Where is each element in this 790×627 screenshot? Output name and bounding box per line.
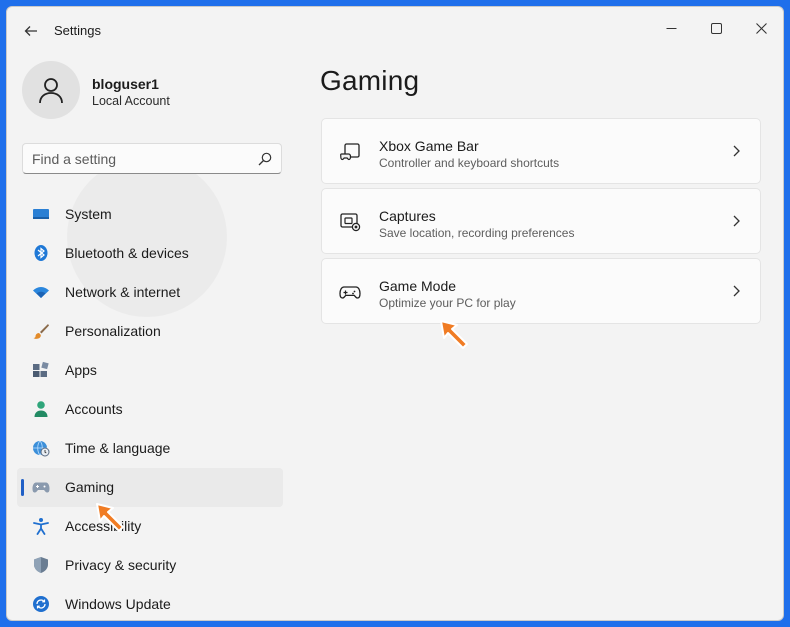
capture-icon bbox=[340, 213, 361, 232]
search-icon[interactable] bbox=[257, 151, 273, 167]
avatar bbox=[22, 61, 80, 119]
maximize-button[interactable] bbox=[694, 13, 738, 43]
close-icon bbox=[755, 22, 767, 34]
sidebar-item-network[interactable]: Network & internet bbox=[17, 273, 283, 312]
card-game-mode[interactable]: Game Mode Optimize your PC for play bbox=[321, 258, 761, 324]
sidebar-item-label: Accessibility bbox=[65, 518, 142, 534]
app-title: Settings bbox=[54, 23, 101, 38]
apps-icon bbox=[33, 361, 49, 377]
globe-clock-icon bbox=[33, 440, 50, 457]
sidebar-item-bluetooth[interactable]: Bluetooth & devices bbox=[17, 234, 283, 273]
back-button[interactable] bbox=[19, 19, 43, 43]
card-subtitle: Optimize your PC for play bbox=[379, 296, 516, 310]
wifi-icon bbox=[33, 287, 49, 298]
user-name: bloguser1 bbox=[92, 76, 159, 92]
sidebar-item-label: Accounts bbox=[65, 401, 123, 417]
search-box[interactable] bbox=[22, 143, 282, 174]
sidebar-nav: System Bluetooth & devices Network & int… bbox=[17, 195, 283, 620]
controller-icon bbox=[339, 286, 361, 299]
sidebar-item-windows-update[interactable]: Windows Update bbox=[17, 585, 283, 620]
active-indicator bbox=[21, 479, 24, 496]
minimize-icon bbox=[666, 27, 676, 29]
sidebar-item-label: Windows Update bbox=[65, 596, 171, 612]
controller-icon bbox=[32, 482, 50, 493]
minimize-button[interactable] bbox=[649, 13, 693, 43]
sidebar-item-accounts[interactable]: Accounts bbox=[17, 390, 283, 429]
maximize-icon bbox=[710, 22, 722, 34]
sidebar-item-label: Privacy & security bbox=[65, 557, 177, 573]
sidebar-item-label: Network & internet bbox=[65, 284, 181, 300]
game-bar-icon bbox=[340, 143, 360, 161]
back-arrow-icon bbox=[24, 26, 37, 36]
sidebar-item-accessibility[interactable]: Accessibility bbox=[17, 507, 283, 546]
update-icon bbox=[33, 596, 49, 612]
sidebar-item-system[interactable]: System bbox=[17, 195, 283, 234]
settings-card-list: Xbox Game Bar Controller and keyboard sh… bbox=[321, 118, 761, 328]
card-title: Captures bbox=[379, 208, 436, 224]
sidebar-item-label: Apps bbox=[65, 362, 97, 378]
sidebar-item-label: Time & language bbox=[65, 440, 171, 456]
user-profile[interactable]: bloguser1 Local Account bbox=[22, 61, 282, 121]
account-type: Local Account bbox=[92, 94, 170, 108]
search-input[interactable] bbox=[32, 149, 252, 169]
sidebar-item-label: System bbox=[65, 206, 112, 222]
accessibility-icon bbox=[33, 518, 49, 535]
close-button[interactable] bbox=[739, 13, 783, 43]
card-subtitle: Controller and keyboard shortcuts bbox=[379, 156, 560, 170]
sidebar-item-gaming[interactable]: Gaming bbox=[17, 468, 283, 507]
chevron-right-icon bbox=[733, 285, 740, 297]
sidebar-item-privacy-security[interactable]: Privacy & security bbox=[17, 546, 283, 585]
person-icon bbox=[34, 401, 48, 417]
sidebar-item-personalization[interactable]: Personalization bbox=[17, 312, 283, 351]
monitor-icon bbox=[33, 209, 49, 219]
title-bar: Settings bbox=[7, 7, 783, 53]
bluetooth-icon bbox=[34, 245, 48, 261]
settings-window: Settings bloguser1 Local Account System … bbox=[6, 6, 784, 621]
page-title: Gaming bbox=[320, 65, 420, 96]
card-title: Xbox Game Bar bbox=[379, 138, 479, 154]
chevron-right-icon bbox=[733, 215, 740, 227]
brush-icon bbox=[33, 324, 49, 339]
sidebar-item-time-language[interactable]: Time & language bbox=[17, 429, 283, 468]
card-subtitle: Save location, recording preferences bbox=[379, 226, 575, 240]
shield-icon bbox=[34, 557, 48, 573]
chevron-right-icon bbox=[733, 145, 740, 157]
card-title: Game Mode bbox=[379, 278, 457, 294]
card-xbox-game-bar[interactable]: Xbox Game Bar Controller and keyboard sh… bbox=[321, 118, 761, 184]
sidebar-item-label: Gaming bbox=[65, 479, 115, 495]
card-captures[interactable]: Captures Save location, recording prefer… bbox=[321, 188, 761, 254]
sidebar-item-apps[interactable]: Apps bbox=[17, 351, 283, 390]
sidebar-item-label: Personalization bbox=[65, 323, 161, 339]
person-icon bbox=[39, 78, 63, 104]
sidebar-item-label: Bluetooth & devices bbox=[65, 245, 189, 261]
